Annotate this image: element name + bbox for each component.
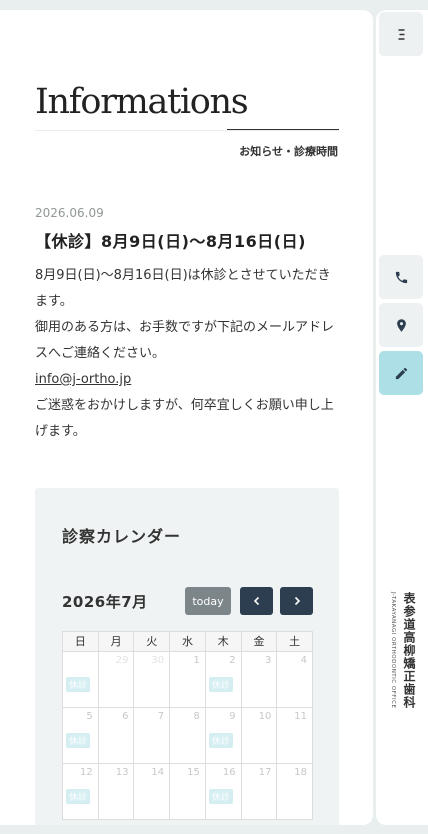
calendar-day-cell[interactable]: 16 休診 xyxy=(205,764,242,820)
calendar-month: 2026年7月 xyxy=(62,593,148,611)
weekday-label: 月 xyxy=(98,632,135,652)
day-number: 3 xyxy=(264,655,272,666)
calendar-day-cell[interactable]: 15 xyxy=(170,764,206,820)
calendar-grid: 日 月 火 水 木 金 土 休診 29 30 1 2 休診 3 4 5 休診 6 7 8 9 休診 10 11 1… xyxy=(62,631,314,820)
calendar-panel: 診察カレンダー 2026年7月 today 日 月 火 水 木 金 土 休診 29… xyxy=(35,488,339,825)
day-number: 29 xyxy=(115,655,129,666)
day-number: 7 xyxy=(157,711,165,722)
day-number: 6 xyxy=(122,711,129,722)
calendar-day-cell[interactable]: 11 xyxy=(277,708,314,764)
today-button[interactable]: today xyxy=(185,587,231,615)
day-number: 1 xyxy=(193,655,200,666)
main-content: Informations お知らせ・診療時間 2026.06.09 【休診】8月… xyxy=(0,10,373,825)
day-number: 2 xyxy=(229,655,236,666)
map-pin-icon xyxy=(396,318,406,332)
day-number: 10 xyxy=(258,711,272,722)
post-paragraph: 御用のある方は、お手数ですが下記のメールアドレスへご連絡ください。 xyxy=(35,320,335,361)
holiday-badge: 休診 xyxy=(66,789,91,804)
weekday-label: 土 xyxy=(277,632,314,652)
calendar-day-cell[interactable]: 18 xyxy=(277,764,314,820)
next-month-button[interactable] xyxy=(280,587,313,615)
calendar-day-cell[interactable]: 8 xyxy=(170,708,206,764)
weekday-header: 日 月 火 水 木 金 土 xyxy=(63,632,314,652)
calendar-weeks: 休診 29 30 1 2 休診 3 4 5 休診 6 7 8 9 休診 10 11 12 休診 13 14 15 16 休診 1… xyxy=(63,652,314,820)
calendar-week-row: 5 休診 6 7 8 9 休診 10 11 xyxy=(63,708,314,764)
day-number: 18 xyxy=(294,767,308,778)
day-number: 4 xyxy=(300,655,308,666)
day-number: 14 xyxy=(151,767,165,778)
calendar-week-row: 休診 29 30 1 2 休診 3 4 xyxy=(63,652,314,708)
calendar-day-cell[interactable]: 3 xyxy=(241,652,278,708)
weekday-label: 金 xyxy=(241,632,278,652)
post-title: 【休診】8月9日(日)～8月16日(日) xyxy=(35,232,306,251)
holiday-badge: 休診 xyxy=(208,789,233,804)
holiday-badge: 休診 xyxy=(66,733,91,748)
calendar-day-cell[interactable]: 1 xyxy=(170,652,206,708)
calendar-day-cell[interactable]: 2 休診 xyxy=(205,652,242,708)
logo-japanese: 表参道高柳矯正歯科 xyxy=(402,592,416,709)
calendar-day-cell[interactable]: 7 xyxy=(134,708,171,764)
post-body: 8月9日(日)～8月16日(日)は休診とさせていただきます。 御用のある方は、お… xyxy=(35,263,340,445)
day-number: 9 xyxy=(229,711,236,722)
day-number: 15 xyxy=(187,767,200,778)
holiday-badge: 休診 xyxy=(208,733,233,748)
calendar-day-cell[interactable]: 14 xyxy=(134,764,171,820)
weekday-label: 水 xyxy=(170,632,206,652)
title-divider xyxy=(35,130,339,131)
calendar-day-cell[interactable]: 13 xyxy=(98,764,135,820)
holiday-badge: 休診 xyxy=(66,677,91,692)
post-date: 2026.06.09 xyxy=(35,206,104,220)
day-number: 11 xyxy=(294,711,308,722)
clinic-logo[interactable]: 表参道高柳矯正歯科 J-TAKAYANAGI ORTHODONTIC OFFIC… xyxy=(382,592,426,742)
pencil-icon xyxy=(395,367,407,379)
calendar-day-cell[interactable]: 5 休診 xyxy=(63,708,99,764)
page-subtitle: お知らせ・診療時間 xyxy=(239,145,338,158)
day-number: 8 xyxy=(193,711,200,722)
chevron-left-icon xyxy=(253,596,259,606)
calendar-day-cell[interactable]: 17 xyxy=(241,764,278,820)
calendar-day-cell[interactable]: 29 xyxy=(98,652,135,708)
weekday-label: 日 xyxy=(63,632,99,652)
day-number: 13 xyxy=(115,767,129,778)
chevron-right-icon xyxy=(294,596,300,606)
logo-english: J-TAKAYANAGI ORTHODONTIC OFFICE xyxy=(390,592,396,709)
day-number: 16 xyxy=(222,767,236,778)
menu-button[interactable] xyxy=(379,12,423,56)
page-title: Informations xyxy=(35,82,249,122)
hamburger-menu-icon xyxy=(398,28,404,40)
day-number: 12 xyxy=(79,767,93,778)
weekday-label: 火 xyxy=(134,632,171,652)
calendar-day-cell[interactable]: 30 xyxy=(134,652,171,708)
prev-month-button[interactable] xyxy=(240,587,273,615)
calendar-day-cell[interactable]: 4 xyxy=(277,652,314,708)
holiday-badge: 休診 xyxy=(208,677,233,692)
title-underline-accent xyxy=(227,129,339,130)
phone-icon xyxy=(395,271,407,283)
calendar-day-cell[interactable]: 9 休診 xyxy=(205,708,242,764)
day-number: 17 xyxy=(258,767,272,778)
calendar-week-row: 12 休診 13 14 15 16 休診 17 18 xyxy=(63,764,314,820)
phone-button[interactable] xyxy=(379,255,423,299)
calendar-heading: 診察カレンダー xyxy=(62,527,182,546)
email-link[interactable]: info@j-ortho.jp xyxy=(35,372,131,387)
post-paragraph: ご迷惑をおかけしますが、何卒宜しくお願い申し上げます。 xyxy=(35,398,334,439)
calendar-day-cell[interactable]: 12 休診 xyxy=(63,764,99,820)
sidebar: 表参道高柳矯正歯科 J-TAKAYANAGI ORTHODONTIC OFFIC… xyxy=(376,10,428,825)
day-number: 5 xyxy=(86,711,93,722)
calendar-day-cell[interactable]: 10 xyxy=(241,708,278,764)
day-number: 30 xyxy=(151,655,165,666)
weekday-label: 木 xyxy=(205,632,242,652)
calendar-day-cell[interactable]: 休診 xyxy=(63,652,99,708)
access-button[interactable] xyxy=(379,303,423,347)
post-paragraph: 8月9日(日)～8月16日(日)は休診とさせていただきます。 xyxy=(35,268,331,309)
contact-form-button[interactable] xyxy=(379,351,423,395)
calendar-day-cell[interactable]: 6 xyxy=(98,708,135,764)
